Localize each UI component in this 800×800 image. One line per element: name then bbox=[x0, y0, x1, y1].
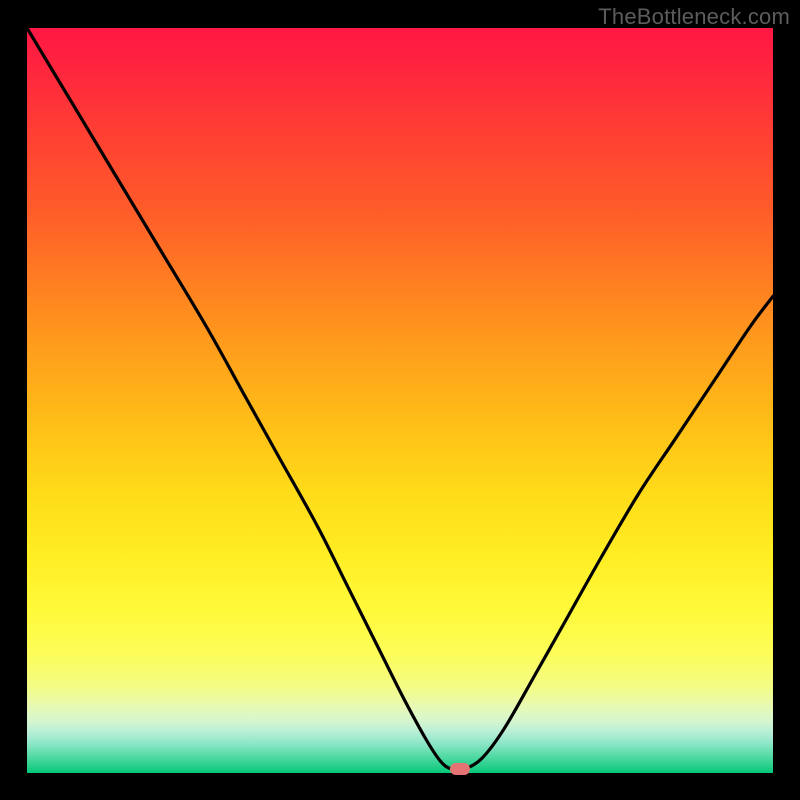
curve-path bbox=[27, 28, 773, 771]
bottleneck-curve bbox=[27, 28, 773, 773]
optimal-marker bbox=[450, 763, 470, 775]
watermark-text: TheBottleneck.com bbox=[598, 4, 790, 30]
chart-frame: TheBottleneck.com bbox=[0, 0, 800, 800]
